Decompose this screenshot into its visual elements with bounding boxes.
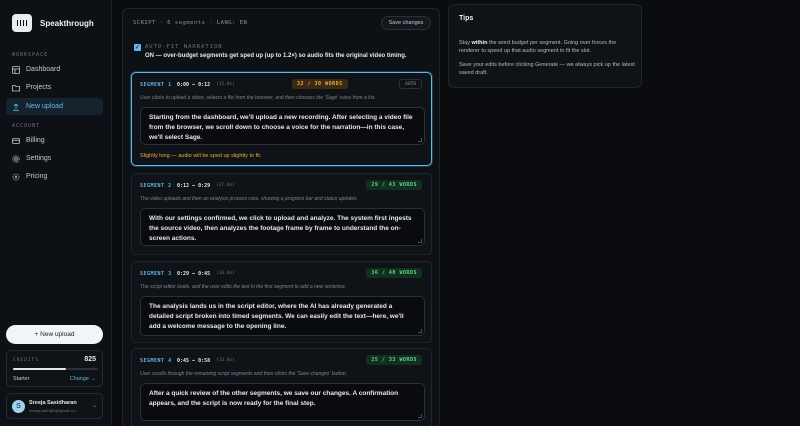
segment-duration: (12.8s) (216, 82, 235, 87)
sidebar: Speakthrough WORKSPACE Dashboard Project… (0, 0, 112, 426)
segment-duration: (16.0s) (216, 271, 235, 276)
segment-text: Starting from the dashboard, we'll uploa… (149, 114, 413, 141)
card-icon (12, 137, 20, 145)
tag-icon (12, 173, 20, 181)
segment-time: 0:00 – 0:12 (177, 82, 211, 88)
resize-handle[interactable] (418, 329, 422, 333)
credits-label: CREDITS (13, 358, 39, 363)
chevron-down-icon: ⌄ (91, 403, 97, 409)
word-count-badge: 25 / 33 WORDS (366, 355, 422, 365)
segment-card[interactable]: SEGMENT 4 0:45 – 0:58 (13.0s) 25 / 33 WO… (131, 348, 432, 426)
account-section-label: ACCOUNT (12, 123, 41, 129)
sidebar-item-projects[interactable]: Projects (6, 79, 103, 96)
plan-name: Starter (13, 376, 30, 382)
save-changes-button[interactable]: Save changes (381, 16, 431, 30)
segment-card[interactable]: SEGMENT 1 0:00 – 0:12 (12.8s) 32 / 30 WO… (131, 72, 432, 166)
credits-card: CREDITS 825 Starter Change → (6, 350, 103, 387)
segment-time: 0:12 – 0:29 (177, 183, 211, 189)
user-email: sreeja.sabhijith@gmail.co... (29, 408, 78, 413)
segment-description: The video uploads and then an analysis p… (140, 196, 358, 202)
sidebar-item-pricing[interactable]: Pricing (6, 168, 103, 185)
segment-label: SEGMENT 3 (140, 271, 172, 277)
resize-handle[interactable] (418, 138, 422, 142)
change-plan-link[interactable]: Change → (70, 376, 96, 382)
script-editor-panel: SCRIPT · 6 segments · LANG: EN Save chan… (122, 8, 440, 426)
segment-description: User clicks to upload a video, selects a… (140, 95, 376, 101)
segment-card[interactable]: SEGMENT 3 0:29 – 0:45 (16.0s) 36 / 40 WO… (131, 261, 432, 343)
resize-handle[interactable] (418, 414, 422, 418)
auto-badge[interactable]: AUTO (399, 79, 422, 89)
segment-label: SEGMENT 4 (140, 358, 172, 364)
segment-text: With our settings confirmed, we click to… (149, 215, 412, 242)
user-name: Sreeja Sasidharan (29, 400, 77, 406)
new-upload-button[interactable]: + New upload (6, 325, 103, 344)
segment-duration: (17.0s) (216, 183, 235, 188)
segment-warning: Slightly long — audio will be sped up sl… (140, 153, 262, 159)
autofit-description: ON — over-budget segments get sped up (u… (145, 53, 407, 59)
sidebar-item-label: New upload (26, 103, 63, 110)
segment-time: 0:45 – 0:58 (177, 358, 211, 364)
upload-icon (12, 102, 20, 111)
grid-icon (12, 65, 20, 74)
credits-progress-fill (13, 368, 66, 370)
autofit-title: AUTO-FIT NARRATION (145, 44, 223, 50)
gear-icon (12, 154, 20, 163)
sidebar-item-label: Pricing (26, 173, 48, 180)
tips-panel: Tips Stay within the word budget per seg… (448, 4, 642, 88)
word-count-badge: 29 / 43 WORDS (366, 180, 422, 190)
segment-duration: (13.0s) (216, 358, 235, 363)
segment-description: User scrolls through the remaining scrip… (140, 371, 348, 377)
word-count-badge: 36 / 40 WORDS (366, 268, 422, 278)
folder-icon (12, 84, 20, 92)
segment-description: The script editor loads, and the user ed… (140, 284, 347, 290)
credits-progress-bar (13, 368, 98, 370)
segment-text-input[interactable]: After a quick review of the other segmen… (140, 383, 425, 421)
resize-handle[interactable] (418, 239, 422, 243)
credits-value: 825 (84, 356, 96, 363)
brand[interactable]: Speakthrough (12, 14, 94, 32)
segment-text-input[interactable]: With our settings confirmed, we click to… (140, 208, 425, 246)
segment-label: SEGMENT 2 (140, 183, 172, 189)
sidebar-item-dashboard[interactable]: Dashboard (6, 61, 103, 78)
segment-time: 0:29 – 0:45 (177, 271, 211, 277)
sidebar-item-label: Settings (26, 155, 52, 162)
sidebar-item-label: Billing (26, 137, 45, 144)
tips-budget-text: Stay within the word budget per segment.… (459, 40, 617, 54)
avatar: S (12, 400, 25, 413)
segment-label: SEGMENT 1 (140, 82, 172, 88)
user-menu[interactable]: S Sreeja Sasidharan sreeja.sabhijith@gma… (6, 393, 103, 419)
script-meta: SCRIPT · 6 segments · LANG: EN (133, 20, 248, 26)
sidebar-item-billing[interactable]: Billing (6, 132, 103, 149)
segment-text: The analysis lands us in the script edit… (149, 303, 404, 330)
tips-title: Tips (459, 15, 474, 22)
sidebar-item-new-upload[interactable]: New upload (6, 98, 103, 115)
app-name: Speakthrough (40, 18, 94, 28)
tips-save-text: Save your edits before clicking Generate… (459, 62, 635, 76)
sidebar-item-label: Dashboard (26, 66, 61, 73)
segment-text: After a quick review of the other segmen… (149, 390, 399, 407)
logo-icon (12, 14, 32, 32)
segment-text-input[interactable]: The analysis lands us in the script edit… (140, 296, 425, 336)
segment-text-input[interactable]: Starting from the dashboard, we'll uploa… (140, 107, 425, 145)
sidebar-item-label: Projects (26, 84, 52, 91)
workspace-section-label: WORKSPACE (12, 52, 49, 58)
sidebar-item-settings[interactable]: Settings (6, 150, 103, 167)
word-count-badge: 32 / 30 WORDS (292, 79, 348, 89)
segment-card[interactable]: SEGMENT 2 0:12 – 0:29 (17.0s) 29 / 43 WO… (131, 173, 432, 255)
autofit-checkbox[interactable]: ✓ (134, 44, 141, 51)
